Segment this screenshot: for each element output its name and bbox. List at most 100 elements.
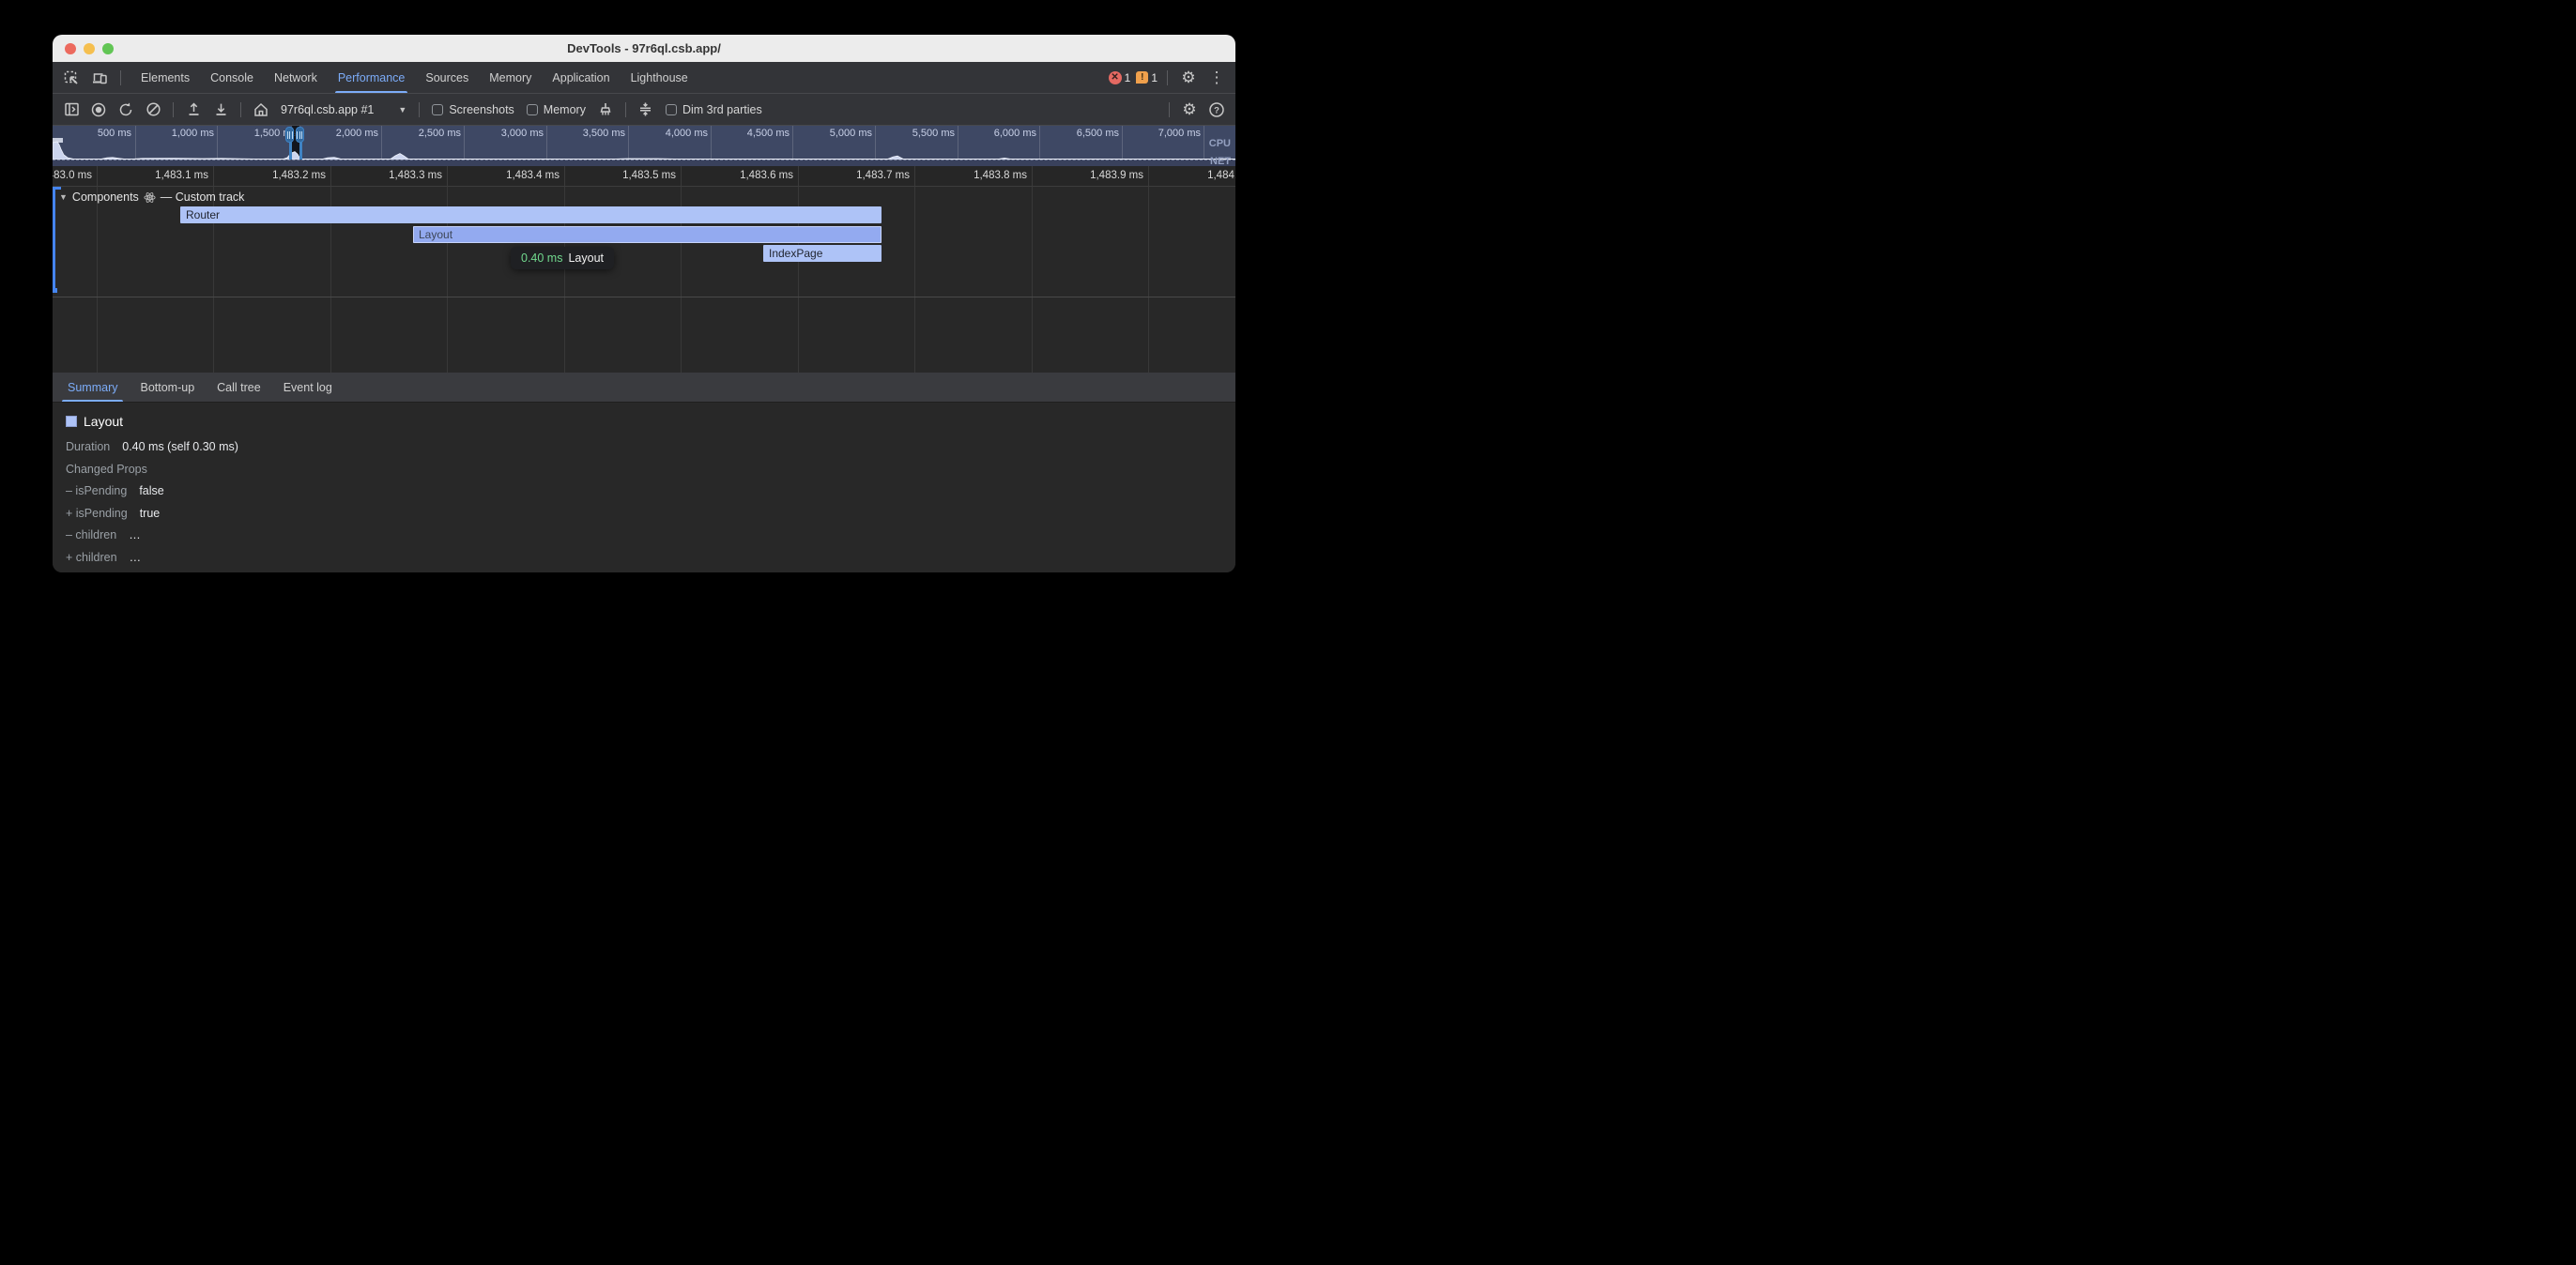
expander-triangle-icon[interactable]: ▼ xyxy=(59,192,68,202)
tab-console[interactable]: Console xyxy=(200,62,264,93)
issue-count: 1 xyxy=(1151,71,1158,84)
tab-summary[interactable]: Summary xyxy=(56,373,129,402)
details-tabbar: Summary Bottom-up Call tree Event log xyxy=(53,373,1235,403)
error-badge[interactable]: ✕ 1 xyxy=(1109,71,1131,84)
kebab-menu-icon[interactable]: ⋮ xyxy=(1205,67,1228,89)
dim-3rd-parties-checkbox-group[interactable]: Dim 3rd parties xyxy=(662,103,766,116)
summary-row-children-new: + children … xyxy=(66,551,1235,564)
track-selection-bracket-bottom xyxy=(53,288,57,293)
target-selector[interactable]: 97r6ql.csb.app #1 ▼ xyxy=(277,103,410,116)
flame-gridline xyxy=(1032,187,1033,373)
error-count: 1 xyxy=(1125,71,1131,84)
summary-title-row: Layout xyxy=(66,414,1235,429)
separator xyxy=(625,102,626,117)
inspect-element-icon[interactable] xyxy=(60,67,83,89)
cpu-band-label: CPU xyxy=(1209,138,1231,149)
cpu-activity-chart xyxy=(53,138,1235,160)
clear-icon[interactable] xyxy=(142,99,164,121)
timeline-overview[interactable]: 500 ms 1,000 ms 1,500 ms 2,000 ms 2,500 … xyxy=(53,126,1235,166)
minimize-window-button[interactable] xyxy=(84,43,95,54)
window-titlebar[interactable]: DevTools - 97r6ql.csb.app/ xyxy=(53,35,1235,62)
tabbar-right-icons: ✕ 1 ! 1 ⚙ ⋮ xyxy=(1109,62,1235,93)
screenshots-checkbox-group[interactable]: Screenshots xyxy=(428,103,517,116)
separator xyxy=(419,102,420,117)
close-window-button[interactable] xyxy=(65,43,76,54)
flame-gridline xyxy=(97,187,98,373)
dim-3rd-parties-checkbox[interactable] xyxy=(666,104,677,115)
settings-gear-icon[interactable]: ⚙ xyxy=(1177,67,1200,89)
error-icon: ✕ xyxy=(1109,71,1122,84)
tab-bottom-up[interactable]: Bottom-up xyxy=(129,373,206,402)
selection-left-handle[interactable] xyxy=(285,127,294,143)
flame-gridline xyxy=(914,187,915,373)
toggle-sidebar-icon[interactable] xyxy=(60,99,83,121)
tabbar-left-icons xyxy=(53,62,130,93)
home-live-metrics-icon[interactable] xyxy=(250,99,272,121)
traffic-lights xyxy=(65,35,114,62)
record-and-reload-icon[interactable] xyxy=(115,99,137,121)
separator xyxy=(240,102,241,117)
flame-bar-layout[interactable]: Layout xyxy=(413,226,882,243)
selection-right-handle[interactable] xyxy=(296,127,304,143)
track-suffix: — Custom track xyxy=(161,191,245,204)
tab-performance[interactable]: Performance xyxy=(328,62,416,93)
issue-icon: ! xyxy=(1136,71,1148,84)
memory-checkbox-group[interactable]: Memory xyxy=(523,103,590,116)
memory-checkbox[interactable] xyxy=(527,104,538,115)
detail-time-ruler: 1,483.0 ms 1,483.1 ms 1,483.2 ms 1,483.3… xyxy=(53,166,1235,187)
flame-gridline xyxy=(1148,187,1149,373)
separator xyxy=(173,102,174,117)
capture-settings-gear-icon[interactable]: ⚙ xyxy=(1178,99,1201,121)
help-icon[interactable]: ? xyxy=(1205,99,1228,121)
components-track-header[interactable]: ▼ Components — Custom track xyxy=(59,191,244,204)
tab-call-tree[interactable]: Call tree xyxy=(206,373,272,402)
summary-row-duration: Duration 0.40 ms (self 0.30 ms) xyxy=(66,440,1235,453)
track-name: Components xyxy=(72,191,139,204)
react-atom-icon xyxy=(144,191,156,204)
svg-text:?: ? xyxy=(1214,105,1219,115)
summary-pane: Layout Duration 0.40 ms (self 0.30 ms) C… xyxy=(53,403,1235,572)
target-label: 97r6ql.csb.app #1 xyxy=(281,103,374,116)
tab-sources[interactable]: Sources xyxy=(415,62,479,93)
separator xyxy=(1167,70,1168,85)
panel-tabs: Elements Console Network Performance Sou… xyxy=(130,62,698,93)
desktop-background: DevTools - 97r6ql.csb.app/ xyxy=(0,0,1288,632)
summary-row-children-old: – children … xyxy=(66,528,1235,541)
summary-row-ispending-old: – isPending false xyxy=(66,484,1235,497)
memory-label: Memory xyxy=(544,103,586,116)
collect-garbage-icon[interactable] xyxy=(594,99,617,121)
tab-memory[interactable]: Memory xyxy=(479,62,542,93)
tooltip-label: Layout xyxy=(568,251,604,265)
screenshots-label: Screenshots xyxy=(449,103,514,116)
tab-lighthouse[interactable]: Lighthouse xyxy=(621,62,698,93)
upload-profile-icon[interactable] xyxy=(182,99,205,121)
summary-title: Layout xyxy=(84,414,123,429)
chevron-down-icon: ▼ xyxy=(398,105,406,114)
devtools-window: DevTools - 97r6ql.csb.app/ xyxy=(53,35,1235,572)
tab-elements[interactable]: Elements xyxy=(130,62,200,93)
flame-bar-router[interactable]: Router xyxy=(180,206,882,223)
devtools-tabbar: Elements Console Network Performance Sou… xyxy=(53,62,1235,94)
collapse-tracks-icon[interactable] xyxy=(635,99,657,121)
flame-bar-indexpage[interactable]: IndexPage xyxy=(763,245,882,262)
tooltip-duration: 0.40 ms xyxy=(521,251,562,265)
download-profile-icon[interactable] xyxy=(209,99,232,121)
separator xyxy=(120,70,121,85)
track-selection-bracket xyxy=(53,187,55,292)
window-title: DevTools - 97r6ql.csb.app/ xyxy=(567,41,721,55)
issues-badge[interactable]: ! 1 xyxy=(1136,71,1158,84)
network-band xyxy=(53,160,1235,166)
screenshots-checkbox[interactable] xyxy=(432,104,443,115)
performance-toolbar: 97r6ql.csb.app #1 ▼ Screenshots Memory xyxy=(53,94,1235,126)
summary-row-changed-props: Changed Props xyxy=(66,463,1235,476)
dim-3rd-parties-label: Dim 3rd parties xyxy=(682,103,762,116)
flame-chart[interactable]: ▼ Components — Custom track Router Layou… xyxy=(53,187,1235,373)
tab-network[interactable]: Network xyxy=(264,62,328,93)
zoom-window-button[interactable] xyxy=(102,43,114,54)
summary-row-ispending-new: + isPending true xyxy=(66,507,1235,520)
record-icon[interactable] xyxy=(87,99,110,121)
ruler-label: 1,484.0 ms xyxy=(1120,170,1235,181)
tab-application[interactable]: Application xyxy=(542,62,620,93)
device-toolbar-icon[interactable] xyxy=(88,67,111,89)
tab-event-log[interactable]: Event log xyxy=(272,373,344,402)
